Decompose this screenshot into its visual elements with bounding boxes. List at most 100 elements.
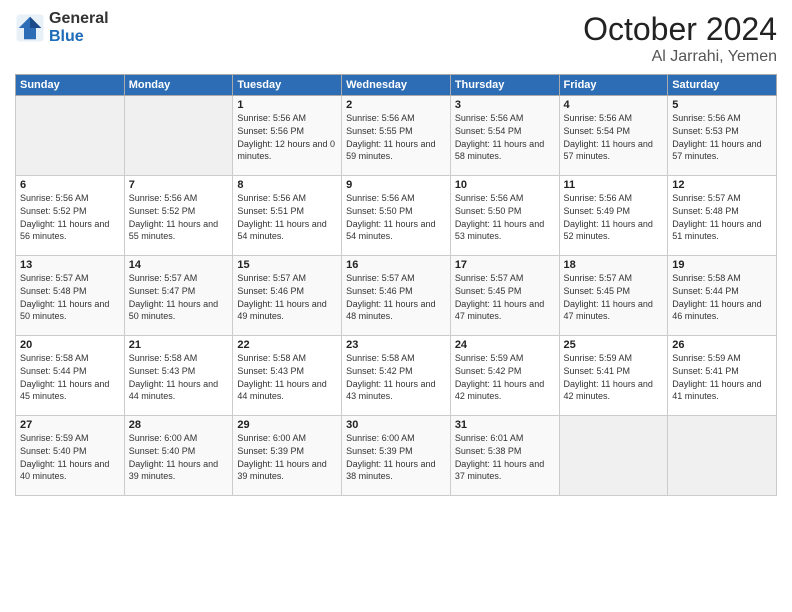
calendar-cell: 6Sunrise: 5:56 AMSunset: 5:52 PMDaylight… <box>16 176 125 256</box>
cell-details: Sunrise: 5:59 AMSunset: 5:42 PMDaylight:… <box>455 352 555 402</box>
calendar-cell: 2Sunrise: 5:56 AMSunset: 5:55 PMDaylight… <box>342 96 451 176</box>
day-number: 9 <box>346 179 446 191</box>
header-cell-thursday: Thursday <box>450 75 559 96</box>
cell-details: Sunrise: 5:56 AMSunset: 5:55 PMDaylight:… <box>346 112 446 162</box>
day-number: 17 <box>455 259 555 271</box>
calendar-cell: 27Sunrise: 5:59 AMSunset: 5:40 PMDayligh… <box>16 416 125 496</box>
cell-details: Sunrise: 5:57 AMSunset: 5:48 PMDaylight:… <box>672 192 772 242</box>
day-number: 20 <box>20 339 120 351</box>
logo-icon <box>15 13 45 43</box>
calendar-cell: 10Sunrise: 5:56 AMSunset: 5:50 PMDayligh… <box>450 176 559 256</box>
cell-details: Sunrise: 6:00 AMSunset: 5:39 PMDaylight:… <box>237 432 337 482</box>
cell-details: Sunrise: 5:56 AMSunset: 5:53 PMDaylight:… <box>672 112 772 162</box>
cell-details: Sunrise: 6:00 AMSunset: 5:40 PMDaylight:… <box>129 432 229 482</box>
header-cell-monday: Monday <box>124 75 233 96</box>
cell-details: Sunrise: 5:58 AMSunset: 5:43 PMDaylight:… <box>129 352 229 402</box>
calendar-cell: 3Sunrise: 5:56 AMSunset: 5:54 PMDaylight… <box>450 96 559 176</box>
day-number: 29 <box>237 419 337 431</box>
day-number: 1 <box>237 99 337 111</box>
calendar-cell <box>124 96 233 176</box>
calendar-cell: 1Sunrise: 5:56 AMSunset: 5:56 PMDaylight… <box>233 96 342 176</box>
header-cell-friday: Friday <box>559 75 668 96</box>
calendar-cell <box>668 416 777 496</box>
cell-details: Sunrise: 5:56 AMSunset: 5:49 PMDaylight:… <box>564 192 664 242</box>
week-row-3: 13Sunrise: 5:57 AMSunset: 5:48 PMDayligh… <box>16 256 777 336</box>
calendar-cell <box>559 416 668 496</box>
cell-details: Sunrise: 5:56 AMSunset: 5:54 PMDaylight:… <box>455 112 555 162</box>
calendar-cell: 11Sunrise: 5:56 AMSunset: 5:49 PMDayligh… <box>559 176 668 256</box>
calendar-header-row: SundayMondayTuesdayWednesdayThursdayFrid… <box>16 75 777 96</box>
calendar-cell: 21Sunrise: 5:58 AMSunset: 5:43 PMDayligh… <box>124 336 233 416</box>
day-number: 24 <box>455 339 555 351</box>
calendar-cell: 23Sunrise: 5:58 AMSunset: 5:42 PMDayligh… <box>342 336 451 416</box>
day-number: 6 <box>20 179 120 191</box>
cell-details: Sunrise: 6:00 AMSunset: 5:39 PMDaylight:… <box>346 432 446 482</box>
day-number: 16 <box>346 259 446 271</box>
cell-details: Sunrise: 5:56 AMSunset: 5:52 PMDaylight:… <box>20 192 120 242</box>
day-number: 14 <box>129 259 229 271</box>
day-number: 3 <box>455 99 555 111</box>
day-number: 8 <box>237 179 337 191</box>
day-number: 5 <box>672 99 772 111</box>
calendar-cell: 13Sunrise: 5:57 AMSunset: 5:48 PMDayligh… <box>16 256 125 336</box>
calendar-cell: 30Sunrise: 6:00 AMSunset: 5:39 PMDayligh… <box>342 416 451 496</box>
calendar-table: SundayMondayTuesdayWednesdayThursdayFrid… <box>15 74 777 496</box>
calendar-cell: 4Sunrise: 5:56 AMSunset: 5:54 PMDaylight… <box>559 96 668 176</box>
cell-details: Sunrise: 5:58 AMSunset: 5:44 PMDaylight:… <box>20 352 120 402</box>
day-number: 26 <box>672 339 772 351</box>
calendar-body: 1Sunrise: 5:56 AMSunset: 5:56 PMDaylight… <box>16 96 777 496</box>
calendar-cell: 5Sunrise: 5:56 AMSunset: 5:53 PMDaylight… <box>668 96 777 176</box>
day-number: 27 <box>20 419 120 431</box>
day-number: 13 <box>20 259 120 271</box>
day-number: 10 <box>455 179 555 191</box>
calendar-cell: 16Sunrise: 5:57 AMSunset: 5:46 PMDayligh… <box>342 256 451 336</box>
day-number: 11 <box>564 179 664 191</box>
cell-details: Sunrise: 5:56 AMSunset: 5:56 PMDaylight:… <box>237 112 337 162</box>
cell-details: Sunrise: 5:59 AMSunset: 5:41 PMDaylight:… <box>672 352 772 402</box>
calendar-cell: 17Sunrise: 5:57 AMSunset: 5:45 PMDayligh… <box>450 256 559 336</box>
cell-details: Sunrise: 5:56 AMSunset: 5:51 PMDaylight:… <box>237 192 337 242</box>
calendar-cell: 18Sunrise: 5:57 AMSunset: 5:45 PMDayligh… <box>559 256 668 336</box>
day-number: 31 <box>455 419 555 431</box>
calendar-cell: 22Sunrise: 5:58 AMSunset: 5:43 PMDayligh… <box>233 336 342 416</box>
day-number: 23 <box>346 339 446 351</box>
calendar-cell: 12Sunrise: 5:57 AMSunset: 5:48 PMDayligh… <box>668 176 777 256</box>
day-number: 28 <box>129 419 229 431</box>
day-number: 18 <box>564 259 664 271</box>
calendar-cell: 28Sunrise: 6:00 AMSunset: 5:40 PMDayligh… <box>124 416 233 496</box>
calendar-cell: 19Sunrise: 5:58 AMSunset: 5:44 PMDayligh… <box>668 256 777 336</box>
week-row-1: 1Sunrise: 5:56 AMSunset: 5:56 PMDaylight… <box>16 96 777 176</box>
cell-details: Sunrise: 5:58 AMSunset: 5:44 PMDaylight:… <box>672 272 772 322</box>
calendar-cell <box>16 96 125 176</box>
day-number: 2 <box>346 99 446 111</box>
calendar-cell: 8Sunrise: 5:56 AMSunset: 5:51 PMDaylight… <box>233 176 342 256</box>
month-title: October 2024 <box>583 10 777 48</box>
logo: General Blue <box>15 10 109 46</box>
cell-details: Sunrise: 5:58 AMSunset: 5:43 PMDaylight:… <box>237 352 337 402</box>
week-row-5: 27Sunrise: 5:59 AMSunset: 5:40 PMDayligh… <box>16 416 777 496</box>
calendar-cell: 15Sunrise: 5:57 AMSunset: 5:46 PMDayligh… <box>233 256 342 336</box>
cell-details: Sunrise: 6:01 AMSunset: 5:38 PMDaylight:… <box>455 432 555 482</box>
logo-blue-text: Blue <box>49 28 109 46</box>
logo-general-text: General <box>49 10 109 28</box>
week-row-2: 6Sunrise: 5:56 AMSunset: 5:52 PMDaylight… <box>16 176 777 256</box>
cell-details: Sunrise: 5:57 AMSunset: 5:45 PMDaylight:… <box>564 272 664 322</box>
cell-details: Sunrise: 5:56 AMSunset: 5:54 PMDaylight:… <box>564 112 664 162</box>
cell-details: Sunrise: 5:57 AMSunset: 5:45 PMDaylight:… <box>455 272 555 322</box>
calendar-cell: 9Sunrise: 5:56 AMSunset: 5:50 PMDaylight… <box>342 176 451 256</box>
calendar-cell: 29Sunrise: 6:00 AMSunset: 5:39 PMDayligh… <box>233 416 342 496</box>
location-title: Al Jarrahi, Yemen <box>583 48 777 66</box>
calendar-cell: 20Sunrise: 5:58 AMSunset: 5:44 PMDayligh… <box>16 336 125 416</box>
cell-details: Sunrise: 5:57 AMSunset: 5:46 PMDaylight:… <box>346 272 446 322</box>
cell-details: Sunrise: 5:56 AMSunset: 5:50 PMDaylight:… <box>455 192 555 242</box>
header-cell-tuesday: Tuesday <box>233 75 342 96</box>
day-number: 19 <box>672 259 772 271</box>
title-block: October 2024 Al Jarrahi, Yemen <box>583 10 777 66</box>
cell-details: Sunrise: 5:58 AMSunset: 5:42 PMDaylight:… <box>346 352 446 402</box>
cell-details: Sunrise: 5:56 AMSunset: 5:52 PMDaylight:… <box>129 192 229 242</box>
week-row-4: 20Sunrise: 5:58 AMSunset: 5:44 PMDayligh… <box>16 336 777 416</box>
header: General Blue October 2024 Al Jarrahi, Ye… <box>15 10 777 66</box>
cell-details: Sunrise: 5:57 AMSunset: 5:46 PMDaylight:… <box>237 272 337 322</box>
day-number: 25 <box>564 339 664 351</box>
day-number: 21 <box>129 339 229 351</box>
